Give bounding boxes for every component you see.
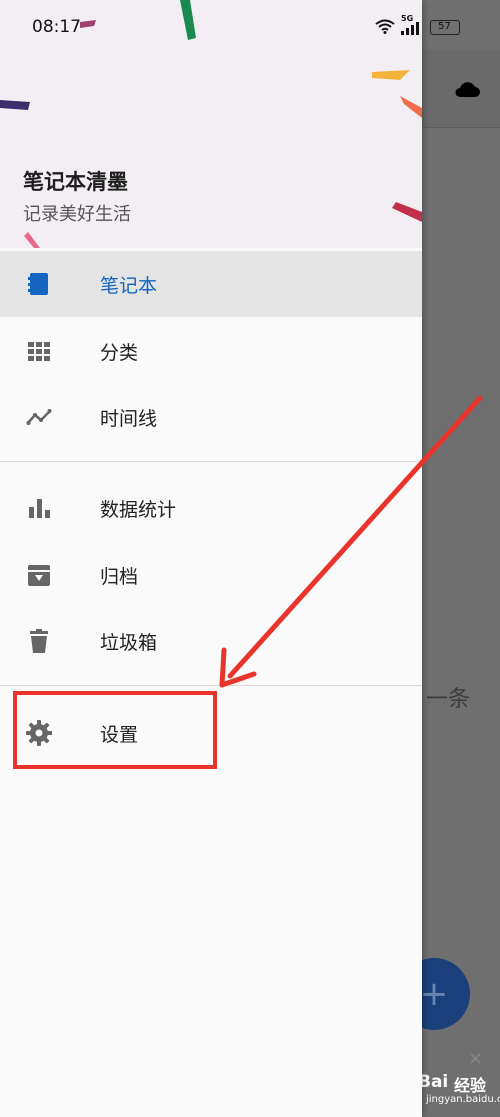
annotation-arrow [219, 395, 483, 688]
annotation-highlight-box [13, 691, 217, 769]
